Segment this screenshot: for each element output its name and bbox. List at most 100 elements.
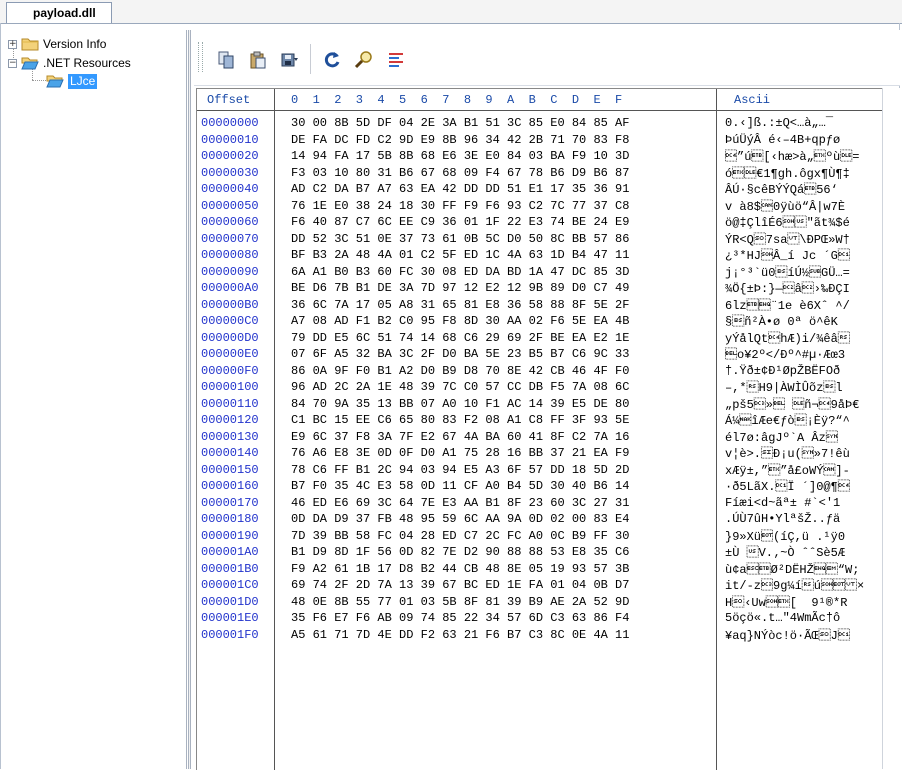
row-bytes[interactable]: BF B3 2A 48 4A 01 C2 5F ED 1C 4A 63 1D B… <box>291 248 629 262</box>
row-bytes[interactable]: F3 03 10 80 31 B6 67 68 09 F4 67 78 B6 D… <box>291 166 629 180</box>
hex-row[interactable]: 000001D0 48 0E 8B 55 77 01 03 5B 8F 81 39… <box>197 595 883 611</box>
hex-row[interactable]: 00000090 6A A1 B0 B3 60 FC 30 08 ED DA BD… <box>197 265 883 281</box>
row-ascii[interactable]: †.Ÿð±¢Ð¹ØpŽBËFOð <box>725 364 840 378</box>
hex-row[interactable]: 000000C0 A7 08 AD F1 B2 C0 95 F8 8D 30 AA… <box>197 314 883 330</box>
pane-splitter[interactable] <box>188 30 191 769</box>
tree-item-ljce[interactable]: LJce <box>46 72 98 90</box>
resource-tree[interactable]: + Version Info − .NET Resources LJce <box>4 30 187 769</box>
row-bytes[interactable]: 0D DA D9 37 FB 48 95 59 6C AA 9A 0D 02 0… <box>291 512 629 526</box>
row-bytes[interactable]: 78 C6 FF B1 2C 94 03 94 E5 A3 6F 57 DD 1… <box>291 463 629 477</box>
hex-row[interactable]: 000001E0 35 F6 E7 F6 AB 09 74 85 22 34 57… <box>197 611 883 627</box>
row-bytes[interactable]: A7 08 AD F1 B2 C0 95 F8 8D 30 AA 02 F6 5… <box>291 314 629 328</box>
row-bytes[interactable]: F6 40 87 C7 6C EE C9 36 01 1F 22 E3 74 B… <box>291 215 629 229</box>
row-ascii[interactable]: j¡°³`ü0íÚ½GÜ…= <box>725 265 850 280</box>
row-bytes[interactable]: DE FA DC FD C2 9D E9 8B 96 34 42 2B 71 7… <box>291 133 629 147</box>
row-bytes[interactable]: 76 1E E0 38 24 18 30 FF F9 F6 93 C2 7C 7… <box>291 199 629 213</box>
hex-row[interactable]: 000000D0 79 DD E5 6C 51 74 14 68 C6 29 69… <box>197 331 883 347</box>
hex-row[interactable]: 00000100 96 AD 2C 2A 1E 48 39 7C C0 57 CC… <box>197 380 883 396</box>
row-bytes[interactable]: 48 0E 8B 55 77 01 03 5B 8F 81 39 B9 AE 2… <box>291 595 629 609</box>
row-bytes[interactable]: 7D 39 BB 58 FC 04 28 ED C7 2C FC A0 0C B… <box>291 529 629 543</box>
row-ascii[interactable]: 6lz¨1e è6Xˆ ^/ <box>725 298 850 313</box>
row-ascii[interactable]: it/-z9g¼í ú × <box>725 578 864 593</box>
row-bytes[interactable]: F9 A2 61 1B 17 D8 B2 44 CB 48 8E 05 19 9… <box>291 562 629 576</box>
row-bytes[interactable]: 46 ED E6 69 3C 64 7E E3 AA B1 8F 23 60 3… <box>291 496 629 510</box>
hex-row[interactable]: 00000180 0D DA D9 37 FB 48 95 59 6C AA 9A… <box>197 512 883 528</box>
hex-row[interactable]: 00000150 78 C6 FF B1 2C 94 03 94 E5 A3 6F… <box>197 463 883 479</box>
hex-row[interactable]: 000001B0 F9 A2 61 1B 17 D8 B2 44 CB 48 8E… <box>197 562 883 578</box>
row-ascii[interactable]: ¾Ö{±Þ:}—â›‰ÐÇI <box>725 281 850 296</box>
vertical-scroll-area[interactable] <box>882 88 900 769</box>
hex-row[interactable]: 000000B0 36 6C 7A 17 05 A8 31 65 81 E8 36… <box>197 298 883 314</box>
hex-row[interactable]: 00000020 14 94 FA 17 5B 8B 68 E6 3E E0 84… <box>197 149 883 165</box>
hex-row[interactable]: 000000E0 07 6F A5 32 BA 3C 2F D0 BA 5E 23… <box>197 347 883 363</box>
row-ascii[interactable]: o¥2º</Ðº^#µ·Æœ3 <box>725 347 845 362</box>
row-ascii[interactable]: ÝR<Q7sa \ÐPŒ»W† <box>725 232 850 247</box>
row-bytes[interactable]: 14 94 FA 17 5B 8B 68 E6 3E E0 84 03 BA F… <box>291 149 629 163</box>
row-ascii[interactable]: ¿³*HJÂ_í Jc ´G <box>725 248 850 263</box>
row-bytes[interactable]: 6A A1 B0 B3 60 FC 30 08 ED DA BD 1A 47 D… <box>291 265 629 279</box>
row-ascii[interactable]: v à8$0ÿùö“Â|w7È <box>725 199 845 214</box>
row-bytes[interactable]: 86 0A 9F F0 B1 A2 D0 B9 D8 70 8E 42 CB 4… <box>291 364 629 378</box>
find-icon[interactable] <box>354 50 374 70</box>
tree-item-version-info[interactable]: + Version Info <box>8 35 106 53</box>
hex-row[interactable]: 00000190 7D 39 BB 58 FC 04 28 ED C7 2C FC… <box>197 529 883 545</box>
paste-icon[interactable] <box>248 50 268 70</box>
row-ascii[interactable]: yÝålQthÆ)i/¾êâ <box>725 331 850 346</box>
collapse-icon[interactable]: − <box>8 58 17 68</box>
row-ascii[interactable]: Fíæi<d~ãª± #`<'1 <box>725 496 840 510</box>
properties-icon[interactable] <box>386 50 406 70</box>
hex-row[interactable]: 000001F0 A5 61 71 7D 4E DD F2 63 21 F6 B7… <box>197 628 883 644</box>
row-ascii[interactable]: v¦è>.Ð¡u(»7!êù <box>725 446 850 461</box>
hex-row[interactable]: 00000160 B7 F0 35 4C E3 58 0D 11 CF A0 B4… <box>197 479 883 495</box>
row-bytes[interactable]: E9 6C 37 F8 3A 7F E2 67 4A BA 60 41 8F C… <box>291 430 629 444</box>
hex-row[interactable]: 00000030 F3 03 10 80 31 B6 67 68 09 F4 67… <box>197 166 883 182</box>
row-bytes[interactable]: DD 52 3C 51 0E 37 73 61 0B 5C D0 50 8C B… <box>291 232 629 246</box>
row-bytes[interactable]: 96 AD 2C 2A 1E 48 39 7C C0 57 CC DB F5 7… <box>291 380 629 394</box>
row-bytes[interactable]: B1 D9 8D 1F 56 0D 82 7E D2 90 88 88 53 E… <box>291 545 629 559</box>
hex-row[interactable]: 00000010 DE FA DC FD C2 9D E9 8B 96 34 42… <box>197 133 883 149</box>
row-ascii[interactable]: §­ñ²À•ø 0ª ö^êK <box>725 314 838 329</box>
copy-icon[interactable] <box>216 50 236 70</box>
hex-row[interactable]: 00000140 76 A6 E8 3E 0D 0F D0 A1 75 28 16… <box>197 446 883 462</box>
hex-row[interactable]: 00000000 30 00 8B 5D DF 04 2E 3A B1 51 3C… <box>197 116 883 132</box>
row-ascii[interactable]: .ÚÙ7ûH•YlªšŽ..ƒä <box>725 512 840 526</box>
row-bytes[interactable]: 69 74 2F 2D 7A 13 39 67 BC ED 1E FA 01 0… <box>291 578 629 592</box>
row-ascii[interactable]: 5öçö«.t…"4WmÃc†ô <box>725 611 840 625</box>
hex-row[interactable]: 00000170 46 ED E6 69 3C 64 7E E3 AA B1 8F… <box>197 496 883 512</box>
row-ascii[interactable]: „pš5» ñ¬9åÞ€ <box>725 397 859 412</box>
row-ascii[interactable]: ó€1¶gh.ôgx¶Ù¶‡ <box>725 166 850 181</box>
hex-row[interactable]: 000001C0 69 74 2F 2D 7A 13 39 67 BC ED 1E… <box>197 578 883 594</box>
hex-row[interactable]: 00000110 84 70 9A 35 13 BB 07 A0 10 F1 AC… <box>197 397 883 413</box>
row-bytes[interactable]: 79 DD E5 6C 51 74 14 68 C6 29 69 2F BE E… <box>291 331 629 345</box>
row-ascii[interactable]: –­,* H9|ÀWÌÛõzl <box>725 380 843 395</box>
document-tab[interactable]: payload.dll <box>6 2 112 23</box>
row-bytes[interactable]: 07 6F A5 32 BA 3C 2F D0 BA 5E 23 B5 B7 C… <box>291 347 629 361</box>
toolbar-grip[interactable] <box>198 42 203 72</box>
row-bytes[interactable]: A5 61 71 7D 4E DD F2 63 21 F6 B7 C3 8C 0… <box>291 628 629 642</box>
row-ascii[interactable]: ±Ù V.‚~Ò ˆˆSè5Æ <box>725 545 845 560</box>
expand-icon[interactable]: + <box>8 39 17 49</box>
row-ascii[interactable]: ¥aq}NÝòc!ö·ÃŒJ <box>725 628 850 643</box>
row-ascii[interactable]: ÞúÜýÂ é‹–4B+qpƒø <box>725 133 840 147</box>
row-ascii[interactable]: H‹Uw[ 9¹®*R <box>725 595 855 610</box>
hex-row[interactable]: 00000070 DD 52 3C 51 0E 37 73 61 0B 5C D0… <box>197 232 883 248</box>
hex-row[interactable]: 00000080 BF B3 2A 48 4A 01 C2 5F ED 1C 4A… <box>197 248 883 264</box>
row-bytes[interactable]: AD C2 DA B7 A7 63 EA 42 DD DD 51 E1 17 3… <box>291 182 629 196</box>
hex-row[interactable]: 00000060 F6 40 87 C7 6C EE C9 36 01 1F 22… <box>197 215 883 231</box>
row-ascii[interactable]: ö@‡ÇlîÉ6 "ãt¾$é <box>725 215 850 230</box>
tree-item-net-resources[interactable]: − .NET Resources <box>8 54 131 72</box>
row-ascii[interactable]: él7ø:âgJº`A Âz <box>725 430 838 446</box>
hex-row[interactable]: 00000130 E9 6C 37 F8 3A 7F E2 67 4A BA 60… <box>197 430 883 446</box>
refresh-icon[interactable] <box>322 50 342 70</box>
row-bytes[interactable]: 76 A6 E8 3E 0D 0F D0 A1 75 28 16 BB 37 2… <box>291 446 629 460</box>
row-ascii[interactable]: 0.‹]ß.:±Q<…à„…¯ <box>725 116 833 130</box>
row-bytes[interactable]: 84 70 9A 35 13 BB 07 A0 10 F1 AC 14 39 E… <box>291 397 629 411</box>
hex-row[interactable]: 00000040 AD C2 DA B7 A7 63 EA 42 DD DD 51… <box>197 182 883 198</box>
row-bytes[interactable]: B7 F0 35 4C E3 58 0D 11 CF A0 B4 5D 30 4… <box>291 479 629 493</box>
row-ascii[interactable]: ù¢aØ²DËHŽ“W; <box>725 562 859 577</box>
row-ascii[interactable]: Á¼îÆe€ƒò¡Èÿ?“^ <box>725 413 850 428</box>
hex-row[interactable]: 000001A0 B1 D9 8D 1F 56 0D 82 7E D2 90 88… <box>197 545 883 561</box>
hex-row[interactable]: 00000050 76 1E E0 38 24 18 30 FF F9 F6 93… <box>197 199 883 215</box>
row-ascii[interactable]: ­ÂÚ·§cêBÝÝQá56‘ <box>725 182 838 197</box>
row-ascii[interactable]: ”ú[‹hæ>à„ºù= <box>725 149 859 164</box>
